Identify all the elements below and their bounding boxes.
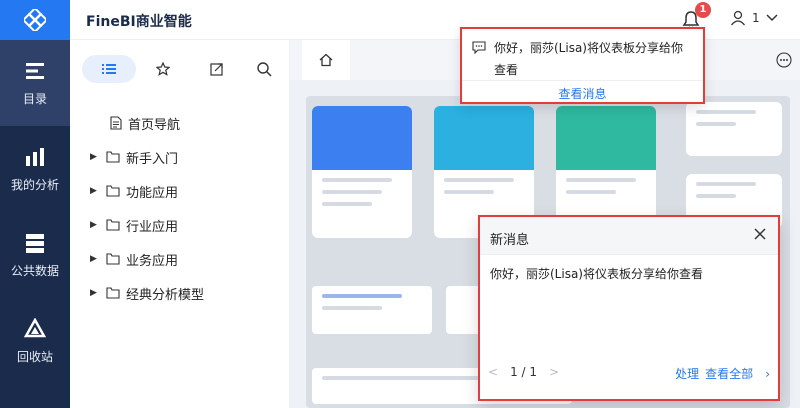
rail-item-label: 目录 [22,91,47,106]
new-message-footer: < 1 / 1 > 处理 查看全部 › [480,365,778,381]
demo-card [686,102,782,156]
folder-icon [106,219,120,231]
close-icon[interactable] [754,228,766,240]
share-icon [210,63,223,76]
finebi-app: 目录 我的分析 公共数据 回收站 FineBI商业智能 1 1 首页导航 ▶ 新… [0,0,800,408]
folder-icon [106,151,120,163]
recycle-icon [24,317,46,337]
rail-item-label: 回收站 [16,349,53,364]
popover-message[interactable]: 你好，丽莎(Lisa)将仪表板分享给你查看 [474,37,693,81]
favorites-toggle[interactable] [136,55,190,83]
view-all-link[interactable]: 查看全部 [705,365,753,382]
feature-card [312,106,412,238]
notification-popover: 你好，丽莎(Lisa)将仪表板分享给你查看 查看消息 [460,27,705,104]
handle-link[interactable]: 处理 [675,365,699,382]
document-icon [110,116,122,130]
caret-right-icon: ▶ [90,152,97,162]
home-icon [319,53,333,67]
tree-item-classic-models[interactable]: ▶ 经典分析模型 [90,276,280,310]
user-menu[interactable]: 1 [730,10,778,26]
user-icon [730,10,746,26]
tree-item-label: 业务应用 [126,253,179,269]
tree-item-business-apps[interactable]: ▶ 业务应用 [90,242,280,276]
rail-item-my-analysis[interactable]: 我的分析 [0,126,70,212]
caret-right-icon: ▶ [90,220,97,230]
more-icon[interactable] [776,52,792,68]
caret-right-icon: ▶ [90,288,97,298]
tree-item-feature-apps[interactable]: ▶ 功能应用 [90,174,280,208]
database-icon [26,233,44,253]
user-name: 1 [752,11,760,25]
new-message-panel: 新消息 你好，丽莎(Lisa)将仪表板分享给你查看 < 1 / 1 > 处理 查… [478,215,780,401]
view-message-link[interactable]: 查看消息 [462,85,703,102]
tree-item-label: 行业应用 [126,219,179,235]
folder-icon [106,287,120,299]
notification-badge: 1 [695,2,711,18]
rail-item-directory[interactable]: 目录 [0,40,70,126]
prev-page-icon[interactable]: < [488,365,498,379]
tree-item-label: 经典分析模型 [126,287,205,303]
logo[interactable] [0,0,70,40]
tree-item-home-nav[interactable]: 首页导航 [90,106,280,140]
directory-icon [26,62,44,79]
message-actions: 处理 查看全部 › [675,365,770,382]
tree-item-label: 首页导航 [128,117,181,133]
rail-item-label: 我的分析 [10,177,59,192]
page-indicator: 1 / 1 [510,365,538,379]
tree-item-label: 功能应用 [126,185,179,201]
tree-item-getting-started[interactable]: ▶ 新手入门 [90,140,280,174]
caret-right-icon: ▶ [90,186,97,196]
next-page-icon[interactable]: > [549,365,559,379]
directory-panel: 首页导航 ▶ 新手入门 ▶ 功能应用 ▶ 行业应用 ▶ 业务应用 ▶ 经典分析模… [70,40,290,408]
learning-tile [312,286,432,334]
caret-right-icon: ▶ [90,254,97,264]
list-view-toggle[interactable] [82,55,136,83]
shared-toggle[interactable] [190,55,244,83]
view-switcher [82,55,272,83]
chevron-right-icon[interactable]: › [765,367,770,381]
chevron-down-icon [766,14,778,22]
logo-icon [24,9,46,31]
bar-chart-icon [26,147,44,166]
divider [462,80,703,81]
left-rail: 目录 我的分析 公共数据 回收站 [0,0,70,408]
tree-item-label: 新手入门 [126,151,179,167]
rail-item-label: 公共数据 [10,263,59,278]
search-icon[interactable] [256,61,272,77]
tree-item-industry-apps[interactable]: ▶ 行业应用 [90,208,280,242]
new-message-title: 新消息 [490,233,530,248]
new-message-body: 你好，丽莎(Lisa)将仪表板分享给你查看 [490,267,703,281]
tab-home[interactable] [302,40,350,80]
rail-item-public-data[interactable]: 公共数据 [0,212,70,298]
folder-icon [106,185,120,197]
directory-tree: 首页导航 ▶ 新手入门 ▶ 功能应用 ▶ 行业应用 ▶ 业务应用 ▶ 经典分析模… [90,106,280,310]
list-icon [102,64,116,74]
new-message-header: 新消息 [480,217,778,255]
rail-item-recycle-bin[interactable]: 回收站 [0,298,70,384]
pager: < 1 / 1 > [488,365,559,379]
star-icon [156,62,170,76]
brand-title: FineBI商业智能 [86,14,192,30]
folder-icon [106,253,120,265]
